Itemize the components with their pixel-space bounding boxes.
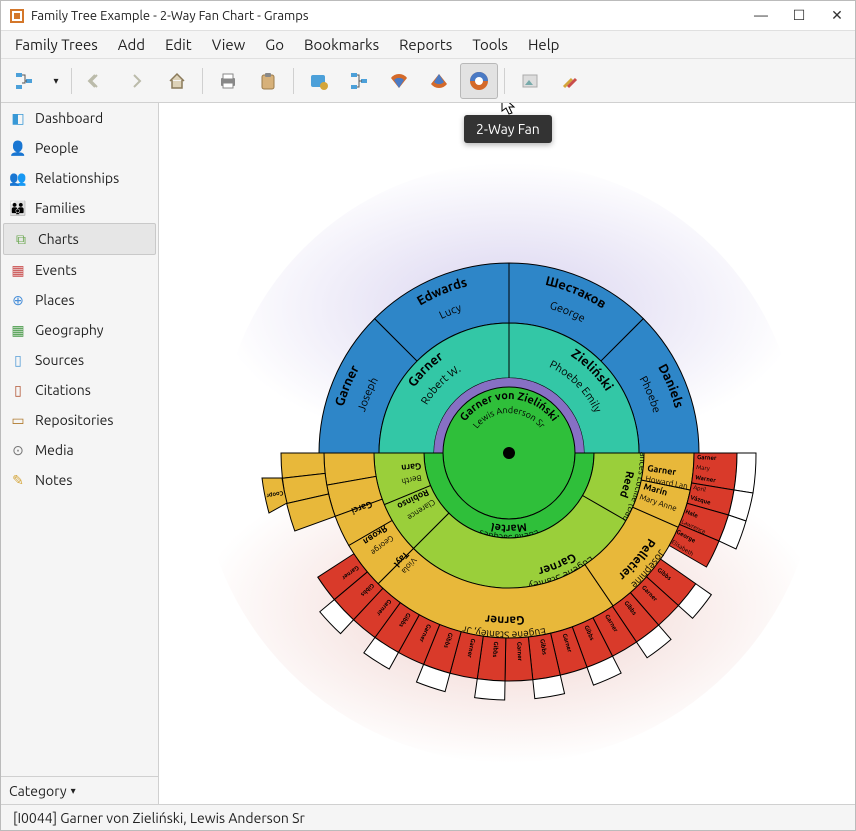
nav-list: ◧Dashboard 👤People 👥Relationships 👪Famil…: [1, 103, 158, 776]
category-selector[interactable]: Category▾: [1, 776, 158, 804]
nav-dashboard[interactable]: ◧Dashboard: [1, 103, 158, 133]
menubar: Family Trees Add Edit View Go Bookmarks …: [1, 31, 855, 59]
citations-icon: ▯: [9, 381, 27, 399]
status-text: [I0044] Garner von Zieliński, Lewis Ande…: [13, 810, 305, 826]
nav-citations[interactable]: ▯Citations: [1, 375, 158, 405]
statusbar: [I0044] Garner von Zieliński, Lewis Ande…: [1, 804, 855, 830]
toolbar-separator: [202, 68, 203, 94]
menu-edit[interactable]: Edit: [157, 33, 200, 56]
menu-bookmarks[interactable]: Bookmarks: [296, 33, 387, 56]
menu-help[interactable]: Help: [520, 33, 567, 56]
close-button[interactable]: ✕: [827, 7, 847, 24]
svg-text:Garn: Garn: [401, 461, 422, 473]
notes-icon: ✎: [9, 471, 27, 489]
svg-text:Gibbs: Gibbs: [491, 641, 499, 658]
dashboard-icon: ◧: [9, 109, 27, 127]
nav-places[interactable]: ⊕Places: [1, 285, 158, 315]
nav-people[interactable]: 👤People: [1, 133, 158, 163]
toolbar-print-button[interactable]: [209, 63, 247, 99]
toolbar-tree-dropdown[interactable]: ▾: [45, 63, 65, 99]
toolbar-separator: [71, 68, 72, 94]
charts-icon: ⧉: [12, 230, 30, 248]
fan-chart-svg[interactable]: Garner Joseph Edwards Lucy Шестаков Geor…: [159, 103, 855, 803]
main-area: 2-Way Fan: [159, 103, 855, 804]
toolbar-pedigree-button[interactable]: [340, 63, 378, 99]
geography-icon: ▦: [9, 321, 27, 339]
toolbar-image-button[interactable]: [511, 63, 549, 99]
toolbar-fan-button[interactable]: [380, 63, 418, 99]
window-buttons: — ☐ ✕: [751, 7, 847, 24]
nav-sources[interactable]: ▯Sources: [1, 345, 158, 375]
svg-text:Garner: Garner: [697, 454, 717, 462]
toolbar-tools-button[interactable]: [551, 63, 589, 99]
svg-text:Garner: Garner: [515, 642, 523, 662]
menu-tools[interactable]: Tools: [464, 33, 516, 56]
svg-text:Garner: Garner: [484, 612, 525, 627]
toolbar-separator: [504, 68, 505, 94]
fan-chart-canvas[interactable]: 2-Way Fan: [159, 103, 855, 804]
places-icon: ⊕: [9, 291, 27, 309]
center-person[interactable]: Garner von Zieliński Lewis Anderson Sr: [443, 387, 575, 519]
toolbar: ▾: [1, 59, 855, 103]
nav-notes[interactable]: ✎Notes: [1, 465, 158, 495]
toolbar-home-button[interactable]: [158, 63, 196, 99]
nav-repositories[interactable]: ▭Repositories: [1, 405, 158, 435]
tooltip: 2-Way Fan: [464, 115, 552, 143]
toolbar-config-button[interactable]: [300, 63, 338, 99]
events-icon: ▦: [9, 261, 27, 279]
nav-geography[interactable]: ▦Geography: [1, 315, 158, 345]
chevron-down-icon: ▾: [71, 785, 76, 797]
app-icon: [9, 8, 25, 24]
families-icon: 👪: [9, 199, 27, 217]
toolbar-descendant-fan-button[interactable]: [420, 63, 458, 99]
nav-families[interactable]: 👪Families: [1, 193, 158, 223]
sidebar: ◧Dashboard 👤People 👥Relationships 👪Famil…: [1, 103, 159, 804]
people-icon: 👤: [9, 139, 27, 157]
repositories-icon: ▭: [9, 411, 27, 429]
titlebar: Family Tree Example - 2-Way Fan Chart - …: [1, 1, 855, 31]
nav-relationships[interactable]: 👥Relationships: [1, 163, 158, 193]
relationships-icon: 👥: [9, 169, 27, 187]
toolbar-clipboard-button[interactable]: [249, 63, 287, 99]
toolbar-separator: [293, 68, 294, 94]
media-icon: ⊙: [9, 441, 27, 459]
app-window: Family Tree Example - 2-Way Fan Chart - …: [0, 0, 856, 831]
minimize-button[interactable]: —: [751, 7, 771, 24]
menu-go[interactable]: Go: [257, 33, 292, 56]
nav-events[interactable]: ▦Events: [1, 255, 158, 285]
menu-add[interactable]: Add: [110, 33, 153, 56]
toolbar-2way-fan-button[interactable]: [460, 63, 498, 99]
toolbar-tree-button[interactable]: [5, 63, 43, 99]
toolbar-back-button[interactable]: [78, 63, 116, 99]
nav-charts[interactable]: ⧉Charts: [3, 223, 156, 255]
window-title: Family Tree Example - 2-Way Fan Chart - …: [31, 9, 751, 23]
menu-view[interactable]: View: [204, 33, 254, 56]
menu-reports[interactable]: Reports: [391, 33, 460, 56]
toolbar-forward-button[interactable]: [118, 63, 156, 99]
sources-icon: ▯: [9, 351, 27, 369]
maximize-button[interactable]: ☐: [789, 7, 809, 24]
nav-media[interactable]: ⊙Media: [1, 435, 158, 465]
menu-family-trees[interactable]: Family Trees: [7, 33, 106, 56]
